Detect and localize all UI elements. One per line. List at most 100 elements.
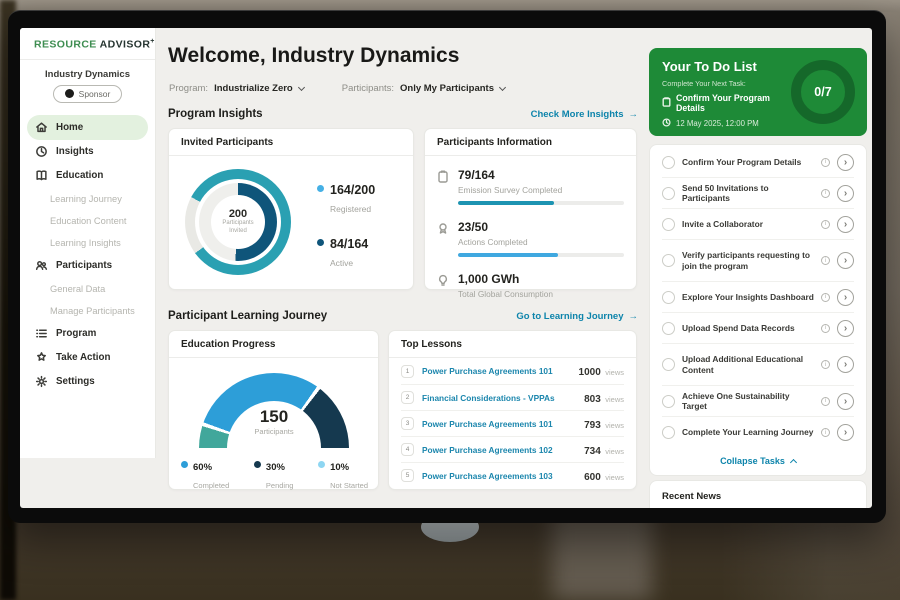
- bulb-icon: [437, 270, 450, 299]
- sidebar-item-learning-insights[interactable]: Learning Insights: [20, 232, 155, 254]
- participants-select[interactable]: Participants: Only My Participants: [342, 83, 505, 94]
- participants-value[interactable]: Only My Participants: [400, 83, 494, 94]
- task-row[interactable]: Complete Your Learning Journey i ›: [662, 417, 854, 448]
- task-checkbox[interactable]: [662, 156, 675, 169]
- task-open-button[interactable]: ›: [837, 356, 854, 373]
- sidebar-item-take-action[interactable]: Take Action: [20, 346, 155, 370]
- legend-dot-pending: [254, 461, 261, 468]
- task-label: Upload Additional Educational Content: [682, 354, 814, 375]
- sidebar-item-education-content[interactable]: Education Content: [20, 210, 155, 232]
- collapse-tasks-link[interactable]: Collapse Tasks: [662, 448, 854, 473]
- gear-icon: [34, 375, 48, 389]
- sidebar-item-label: Participants: [56, 260, 112, 271]
- sidebar-item-manage-participants[interactable]: Manage Participants: [20, 300, 155, 322]
- legend-dot-registered: [317, 185, 324, 192]
- task-checkbox[interactable]: [662, 187, 675, 200]
- sidebar-item-home[interactable]: Home: [27, 115, 148, 140]
- task-checkbox[interactable]: [662, 322, 675, 335]
- program-select[interactable]: Program: Industrialize Zero: [169, 83, 304, 94]
- task-row[interactable]: Invite a Collaborator i ›: [662, 209, 854, 240]
- task-row[interactable]: Send 50 Invitations to Participants i ›: [662, 178, 854, 209]
- legend-item-completed: 60% Completed: [181, 457, 229, 493]
- task-checkbox[interactable]: [662, 254, 675, 267]
- program-insights-header: Program Insights Check More Insights →: [168, 108, 638, 120]
- task-checkbox[interactable]: [662, 291, 675, 304]
- medal-icon: [437, 218, 450, 257]
- lesson-rank: 2: [401, 391, 414, 404]
- sidebar-item-general-data[interactable]: General Data: [20, 278, 155, 300]
- lesson-title-link[interactable]: Power Purchase Agreements 101: [422, 419, 576, 429]
- actions-progress-bar: [458, 253, 624, 257]
- legend-value: 30%: [266, 462, 285, 473]
- task-row[interactable]: Verify participants requesting to join t…: [662, 240, 854, 282]
- todo-due-date: 12 May 2025, 12:00 PM: [676, 119, 759, 128]
- sponsor-badge[interactable]: Sponsor: [53, 85, 123, 103]
- task-open-button[interactable]: ›: [837, 320, 854, 337]
- list-icon: [34, 327, 48, 341]
- sidebar-item-label: Education: [56, 170, 103, 181]
- task-row[interactable]: Confirm Your Program Details i ›: [662, 147, 854, 178]
- info-row-survey: 79/164 Emission Survey Completed: [437, 166, 624, 205]
- sidebar-item-insights[interactable]: Insights: [20, 140, 155, 164]
- info-icon: i: [821, 220, 830, 229]
- lesson-title-link[interactable]: Power Purchase Agreements 103: [422, 471, 576, 481]
- invited-donut-chart: 200 Participants Invited: [185, 169, 291, 275]
- task-checkbox[interactable]: [662, 426, 675, 439]
- task-label: Upload Spend Data Records: [682, 323, 814, 334]
- lesson-row[interactable]: 2 Financial Considerations - VPPAs 803 v…: [401, 384, 624, 410]
- sponsor-icon: [65, 89, 74, 98]
- task-open-button[interactable]: ›: [837, 289, 854, 306]
- check-more-insights-link[interactable]: Check More Insights →: [531, 109, 638, 120]
- task-open-button[interactable]: ›: [837, 154, 854, 171]
- task-row[interactable]: Explore Your Insights Dashboard i ›: [662, 282, 854, 313]
- task-row[interactable]: Upload Spend Data Records i ›: [662, 313, 854, 344]
- sidebar-item-learning-journey[interactable]: Learning Journey: [20, 188, 155, 210]
- task-row[interactable]: Achieve One Sustainability Target i ›: [662, 386, 854, 417]
- go-to-learning-journey-link[interactable]: Go to Learning Journey →: [516, 311, 638, 322]
- task-open-button[interactable]: ›: [837, 216, 854, 233]
- lesson-views: 793: [584, 420, 601, 431]
- program-value[interactable]: Industrialize Zero: [214, 83, 293, 94]
- info-icon: i: [821, 397, 830, 406]
- lesson-title-link[interactable]: Power Purchase Agreements 101: [422, 366, 571, 376]
- sidebar-item-program[interactable]: Program: [20, 322, 155, 346]
- task-open-button[interactable]: ›: [837, 393, 854, 410]
- action-icon: [34, 351, 48, 365]
- sidebar-item-label: Education Content: [50, 216, 127, 226]
- legend-value: 84/164: [330, 237, 368, 251]
- task-open-button[interactable]: ›: [837, 424, 854, 441]
- task-checkbox[interactable]: [662, 218, 675, 231]
- home-icon: [34, 120, 48, 134]
- task-open-button[interactable]: ›: [837, 185, 854, 202]
- lesson-title-link[interactable]: Power Purchase Agreements 102: [422, 445, 576, 455]
- task-open-button[interactable]: ›: [837, 252, 854, 269]
- lesson-rank: 3: [401, 417, 414, 430]
- lesson-row[interactable]: 3 Power Purchase Agreements 101 793 view…: [401, 410, 624, 436]
- sidebar-item-label: Learning Journey: [50, 194, 122, 204]
- lesson-row[interactable]: 4 Power Purchase Agreements 102 734 view…: [401, 436, 624, 462]
- legend-value: 10%: [330, 462, 349, 473]
- sidebar-item-settings[interactable]: Settings: [20, 370, 155, 394]
- task-checkbox[interactable]: [662, 395, 675, 408]
- task-checkbox[interactable]: [662, 358, 675, 371]
- legend-label: Active: [330, 258, 353, 268]
- legend-value: 164/200: [330, 183, 375, 197]
- legend-item-pending: 30% Pending: [254, 457, 294, 493]
- lesson-title-link[interactable]: Financial Considerations - VPPAs: [422, 393, 576, 403]
- section-title: Program Insights: [168, 108, 263, 120]
- legend-value: 60%: [193, 462, 212, 473]
- legend-item-not-started: 10% Not Started: [318, 457, 368, 493]
- card-title: Invited Participants: [169, 129, 413, 156]
- app-logo[interactable]: RESOURCE ADVISOR+: [20, 28, 155, 51]
- lesson-rank: 4: [401, 443, 414, 456]
- sidebar-item-education[interactable]: Education: [20, 164, 155, 188]
- sidebar-item-participants[interactable]: Participants: [20, 254, 155, 278]
- org-name: Industry Dynamics: [20, 69, 155, 80]
- info-row-actions: 23/50 Actions Completed: [437, 218, 624, 257]
- task-row[interactable]: Upload Additional Educational Content i …: [662, 344, 854, 386]
- lesson-row[interactable]: 1 Power Purchase Agreements 101 1000 vie…: [401, 358, 624, 384]
- lesson-row[interactable]: 5 Power Purchase Agreements 103 600 view…: [401, 462, 624, 488]
- link-label: Check More Insights: [531, 109, 624, 120]
- sidebar-item-label: Home: [56, 122, 83, 133]
- sidebar-item-label: Take Action: [56, 352, 110, 363]
